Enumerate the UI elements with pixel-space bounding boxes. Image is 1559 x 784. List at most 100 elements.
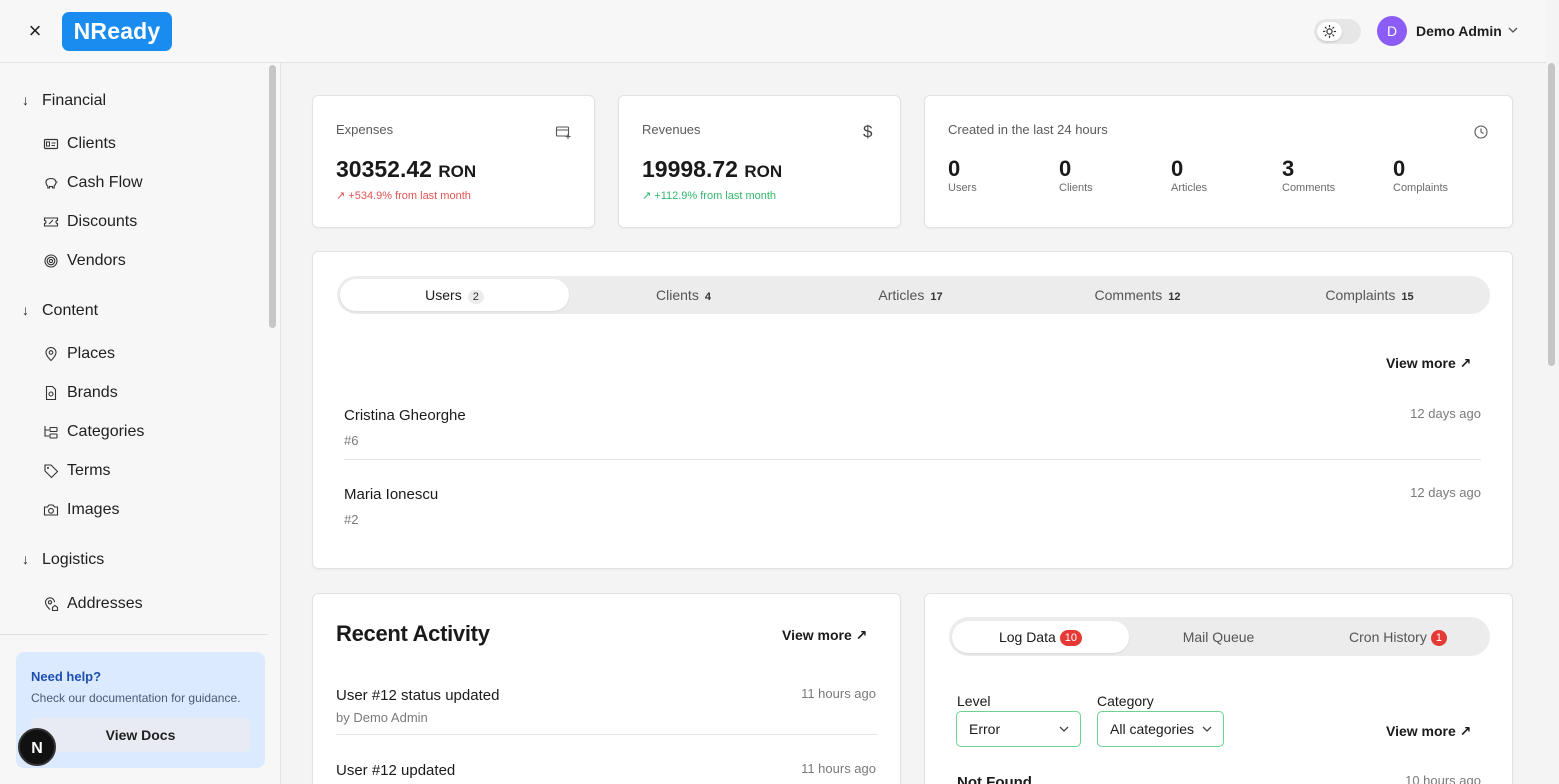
view-more-link[interactable]: View more ↗ xyxy=(782,627,867,644)
sun-icon xyxy=(1322,24,1337,39)
tab-count: 10 xyxy=(1059,630,1083,646)
id-card-icon xyxy=(43,138,59,150)
entities-card: Users 2 Clients 4 Articles 17 Comments 12 Co… xyxy=(312,251,1513,569)
arrow-down-icon: ↓ xyxy=(22,92,29,108)
level-value: Error xyxy=(969,721,1001,737)
sidebar-item-label: Addresses xyxy=(67,595,143,612)
close-icon[interactable]: × xyxy=(24,18,46,44)
clock-icon xyxy=(1474,125,1488,139)
tab-articles[interactable]: Articles 17 xyxy=(798,279,1023,311)
activity-row-title[interactable]: User #12 status updated xyxy=(336,687,499,704)
theme-toggle[interactable] xyxy=(1314,19,1361,44)
help-text: Check our documentation for guidance. xyxy=(31,691,241,705)
sidebar-item-brands[interactable]: Brands xyxy=(43,382,118,404)
trend-up-icon: ↗ xyxy=(642,190,652,202)
sidebar-item-clients[interactable]: Clients xyxy=(43,133,116,155)
sidebar-item-vendors[interactable]: Vendors xyxy=(43,250,126,272)
sidebar-item-images[interactable]: Images xyxy=(43,499,119,521)
row-divider xyxy=(344,459,1481,460)
chevron-down-icon[interactable] xyxy=(1506,22,1520,38)
stat-comments: 3 Comments xyxy=(1282,156,1335,194)
tab-label: Complaints xyxy=(1325,287,1396,303)
revenues-label: Revenues xyxy=(642,122,701,137)
tab-label: Mail Queue xyxy=(1182,629,1255,645)
log-tabs: Log Data 10 Mail Queue Cron History 1 xyxy=(949,617,1490,656)
sidebar-group-label: Content xyxy=(42,302,99,319)
camera-icon xyxy=(43,504,59,516)
tab-count: 1 xyxy=(1430,630,1447,646)
sidebar-item-cash-flow[interactable]: Cash Flow xyxy=(43,172,143,194)
level-label: Level xyxy=(957,693,991,709)
expenses-label: Expenses xyxy=(336,122,394,137)
stat-label: Clients xyxy=(1059,182,1093,194)
arrow-down-icon: ↓ xyxy=(22,302,29,318)
sidebar-divider xyxy=(0,634,268,635)
stat-users: 0 Users xyxy=(948,156,977,194)
activity-row-time: 11 hours ago xyxy=(801,686,876,701)
main-scrollbar[interactable] xyxy=(1548,63,1555,366)
category-select[interactable]: All categories xyxy=(1097,711,1224,747)
user-row-time: 12 days ago xyxy=(1410,406,1481,421)
recent-activity-card: Recent Activity View more ↗ User #12 sta… xyxy=(312,593,901,784)
view-docs-button[interactable]: View Docs xyxy=(31,718,250,752)
tab-label: Comments xyxy=(1094,287,1163,303)
sidebar-group-logistics[interactable]: ↓ Logistics xyxy=(22,548,104,570)
sidebar-item-terms[interactable]: Terms xyxy=(43,460,111,482)
stat-complaints: 0 Complaints xyxy=(1393,156,1448,194)
expenses-delta-text: +534.9% from last month xyxy=(348,190,471,202)
tab-label: Log Data xyxy=(998,629,1056,645)
sidebar-item-places[interactable]: Places xyxy=(43,343,115,365)
sidebar-item-addresses[interactable]: Addresses xyxy=(43,593,143,615)
user-row-time: 12 days ago xyxy=(1410,485,1481,500)
expenses-delta: ↗ +534.9% from last month xyxy=(336,189,471,202)
tab-users[interactable]: Users 2 xyxy=(340,279,569,311)
sidebar-scrollbar[interactable] xyxy=(269,65,276,328)
recent-activity-title: Recent Activity xyxy=(336,621,490,646)
sidebar-item-label: Categories xyxy=(67,423,145,440)
avatar[interactable]: D xyxy=(1377,16,1407,46)
target-icon xyxy=(44,254,58,268)
view-more-label: View more xyxy=(1386,355,1456,371)
revenues-delta: ↗ +112.9% from last month xyxy=(642,189,776,202)
user-row-name[interactable]: Cristina Gheorghe xyxy=(344,407,466,424)
tab-complaints[interactable]: Complaints 15 xyxy=(1252,279,1487,311)
tab-comments[interactable]: Comments 12 xyxy=(1025,279,1250,311)
sidebar-item-discounts[interactable]: Discounts xyxy=(43,211,137,233)
app-logo[interactable]: NReady xyxy=(62,12,172,51)
arrow-up-right-icon: ↗ xyxy=(1459,723,1472,739)
stat-label: Articles xyxy=(1171,182,1208,194)
sidebar-group-label: Logistics xyxy=(42,551,105,568)
user-row-name[interactable]: Maria Ionescu xyxy=(344,486,438,503)
trend-up-icon: ↗ xyxy=(336,190,346,202)
tab-log-data[interactable]: Log Data 10 xyxy=(952,621,1129,653)
activity-row-title[interactable]: User #12 updated xyxy=(336,762,455,779)
user-row-id: #6 xyxy=(344,433,359,448)
stat-label: Complaints xyxy=(1393,182,1449,194)
sidebar-item-label: Images xyxy=(67,501,120,518)
sidebar: ↓ Financial Clients Cash Flow Discounts V… xyxy=(0,63,281,784)
framework-badge[interactable]: N xyxy=(18,728,56,766)
view-more-link[interactable]: View more ↗ xyxy=(1386,355,1471,372)
tab-count: 17 xyxy=(930,291,943,303)
tab-clients[interactable]: Clients 4 xyxy=(571,279,796,311)
category-label: Category xyxy=(1097,693,1154,709)
view-more-link[interactable]: View more ↗ xyxy=(1386,723,1471,740)
arrow-up-right-icon: ↗ xyxy=(1459,355,1472,371)
activity-row-by: by Demo Admin xyxy=(336,710,428,725)
arrow-down-icon: ↓ xyxy=(22,551,29,567)
user-name[interactable]: Demo Admin xyxy=(1416,23,1502,39)
stat-label: Users xyxy=(948,182,977,194)
sidebar-item-categories[interactable]: Categories xyxy=(43,421,144,443)
expenses-card: Expenses 30352.42 RON ↗ +534.9% from las… xyxy=(312,95,595,228)
tab-mail-queue[interactable]: Mail Queue xyxy=(1131,621,1306,653)
view-more-label: View more xyxy=(782,627,852,643)
tag-icon xyxy=(44,464,59,479)
tab-cron-history[interactable]: Cron History 1 xyxy=(1308,621,1488,653)
revenues-unit: RON xyxy=(744,162,783,181)
entity-tabs: Users 2 Clients 4 Articles 17 Comments 12 Co… xyxy=(337,276,1490,314)
sidebar-group-content[interactable]: ↓ Content xyxy=(22,299,98,321)
log-entry-title[interactable]: Not Found xyxy=(957,774,1032,784)
sidebar-group-financial[interactable]: ↓ Financial xyxy=(22,89,106,111)
theme-knob xyxy=(1317,22,1342,41)
level-select[interactable]: Error xyxy=(956,711,1081,747)
